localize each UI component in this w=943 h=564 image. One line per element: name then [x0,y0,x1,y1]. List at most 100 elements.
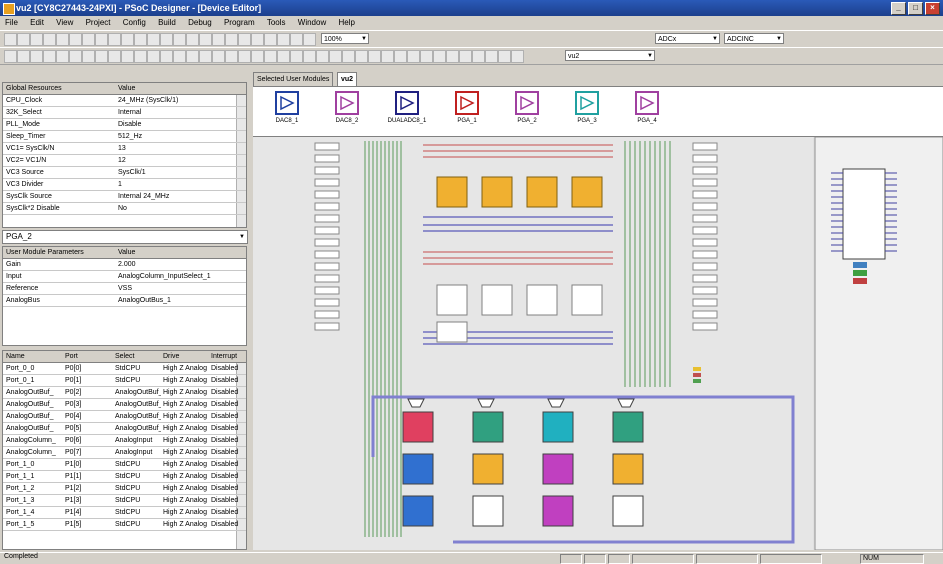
user-module-pga_4[interactable]: PGA_4 [627,91,667,135]
menu-project[interactable]: Project [81,16,116,27]
menu-view[interactable]: View [51,16,78,27]
toolbar-icon-button[interactable] [147,50,160,63]
toolbar-icon-button[interactable] [342,50,355,63]
toolbar-icon-button[interactable] [121,33,134,46]
toolbar-icon-button[interactable] [95,50,108,63]
grid-row[interactable]: Port_1_4 P1[4] StdCPU High Z Analog Disabled [3,507,246,519]
grid-row[interactable]: AnalogOutBuf_ P0[4] AnalogOutBuf_ High Z An… [3,411,246,423]
toolbar-icon-button[interactable] [30,33,43,46]
toolbar-icon-button[interactable] [134,33,147,46]
toolbar-icon-button[interactable] [511,50,524,63]
grid-row[interactable]: AnalogOutBuf_ P0[2] AnalogOutBuf_ High Z An… [3,387,246,399]
toolbar-icon-button[interactable] [303,33,316,46]
minimize-button[interactable]: _ [891,2,906,15]
toolbar-icon-button[interactable] [43,50,56,63]
toolbar-icon-button[interactable] [459,50,472,63]
menu-build[interactable]: Build [153,16,181,27]
grid-row[interactable]: AnalogBus AnalogOutBus_1 [3,295,246,307]
toolbar-icon-button[interactable] [56,33,69,46]
toolbar-icon-button[interactable] [186,50,199,63]
toolbar-icon-button[interactable] [199,33,212,46]
toolbar-icon-button[interactable] [69,50,82,63]
grid-row[interactable]: Port_1_5 P1[5] StdCPU High Z Analog Disabled [3,519,246,531]
toolbar-icon-button[interactable] [4,50,17,63]
tab-selected-user-modules[interactable]: Selected User Modules [253,72,334,86]
toolbar-icon-button[interactable] [225,33,238,46]
toolbar-icon-button[interactable] [160,33,173,46]
toolbar-icon-button[interactable] [277,50,290,63]
toolbar-icon-button[interactable] [407,50,420,63]
grid-row[interactable]: VC3 Divider 1 [3,179,246,191]
toolbar-icon-button[interactable] [56,50,69,63]
toolbar-icon-button[interactable] [108,50,121,63]
toolbar-icon-button[interactable] [433,50,446,63]
toolbar-icon-button[interactable] [69,33,82,46]
grid-row[interactable]: PLL_Mode Disable [3,119,246,131]
toolbar-icon-button[interactable] [264,50,277,63]
toolbar-icon-button[interactable] [251,50,264,63]
toolbar-icon-button[interactable] [186,33,199,46]
toolbar-icon-button[interactable] [4,33,17,46]
menu-tools[interactable]: Tools [262,16,291,27]
grid-row[interactable]: AnalogOutBuf_ P0[3] AnalogOutBuf_ High Z An… [3,399,246,411]
user-module-dualadc8_1[interactable]: DUALADC8_1 [387,91,427,135]
toolbar-icon-button[interactable] [316,50,329,63]
module-category-select[interactable]: ADCx ▼ [655,33,720,44]
toolbar-icon-button[interactable] [225,50,238,63]
module-select[interactable]: ADCINC ▼ [724,33,784,44]
toolbar-icon-button[interactable] [134,50,147,63]
toolbar-icon-button[interactable] [290,50,303,63]
user-module-dac8_2[interactable]: DAC8_2 [327,91,367,135]
toolbar-icon-button[interactable] [290,33,303,46]
grid-row[interactable]: Port_1_3 P1[3] StdCPU High Z Analog Disabled [3,495,246,507]
toolbar-icon-button[interactable] [498,50,511,63]
close-button[interactable]: × [925,2,940,15]
toolbar-icon-button[interactable] [17,33,30,46]
grid-row[interactable]: AnalogColumn_ P0[7] AnalogInput High Z Anal… [3,447,246,459]
toolbar-icon-button[interactable] [95,33,108,46]
menu-config[interactable]: Config [118,16,151,27]
menu-edit[interactable]: Edit [25,16,49,27]
grid-row[interactable]: Port_1_2 P1[2] StdCPU High Z Analog Disabled [3,483,246,495]
toolbar-icon-button[interactable] [264,33,277,46]
toolbar-icon-button[interactable] [368,50,381,63]
grid-row[interactable]: AnalogColumn_ P0[6] AnalogInput High Z Anal… [3,435,246,447]
user-module-combo[interactable]: PGA_2 ▼ [2,230,248,244]
toolbar-icon-button[interactable] [160,50,173,63]
user-module-pga_1[interactable]: PGA_1 [447,91,487,135]
toolbar-icon-button[interactable] [108,33,121,46]
grid-row[interactable]: Sleep_Timer 512_Hz [3,131,246,143]
toolbar-icon-button[interactable] [329,50,342,63]
toolbar-icon-button[interactable] [121,50,134,63]
menu-debug[interactable]: Debug [183,16,217,27]
toolbar-icon-button[interactable] [472,50,485,63]
toolbar-icon-button[interactable] [251,33,264,46]
grid-row[interactable]: Input AnalogColumn_InputSelect_1 [3,271,246,283]
toolbar-icon-button[interactable] [17,50,30,63]
grid-row[interactable]: VC2= VC1/N 12 [3,155,246,167]
grid-row[interactable]: Port_0_0 P0[0] StdCPU High Z Analog Disabled [3,363,246,375]
grid-row[interactable]: Port_1_1 P1[1] StdCPU High Z Analog Disabled [3,471,246,483]
toolbar-icon-button[interactable] [303,50,316,63]
toolbar-icon-button[interactable] [173,50,186,63]
toolbar-icon-button[interactable] [381,50,394,63]
toolbar-icon-button[interactable] [212,50,225,63]
grid-row[interactable]: SysClk Source Internal 24_MHz [3,191,246,203]
grid-row[interactable]: VC3 Source SysClk/1 [3,167,246,179]
user-module-dac8_1[interactable]: DAC8_1 [267,91,307,135]
menu-program[interactable]: Program [219,16,260,27]
toolbar-icon-button[interactable] [420,50,433,63]
toolbar-icon-button[interactable] [238,33,251,46]
user-module-pga_3[interactable]: PGA_3 [567,91,607,135]
toolbar-icon-button[interactable] [238,50,251,63]
zoom-select[interactable]: 100% ▼ [321,33,369,44]
toolbar-icon-button[interactable] [485,50,498,63]
file-select[interactable]: vu2 ▼ [565,50,655,61]
grid-row[interactable]: AnalogOutBuf_ P0[5] AnalogOutBuf_ High Z An… [3,423,246,435]
grid-row[interactable]: Port_0_1 P0[1] StdCPU High Z Analog Disabled [3,375,246,387]
grid-row[interactable]: CPU_Clock 24_MHz (SysClk/1) [3,95,246,107]
grid-row[interactable]: Port_1_0 P1[0] StdCPU High Z Analog Disabled [3,459,246,471]
grid-row[interactable]: 32K_Select Internal [3,107,246,119]
grid-row[interactable]: Gain 2.000 [3,259,246,271]
user-module-pga_2[interactable]: PGA_2 [507,91,547,135]
